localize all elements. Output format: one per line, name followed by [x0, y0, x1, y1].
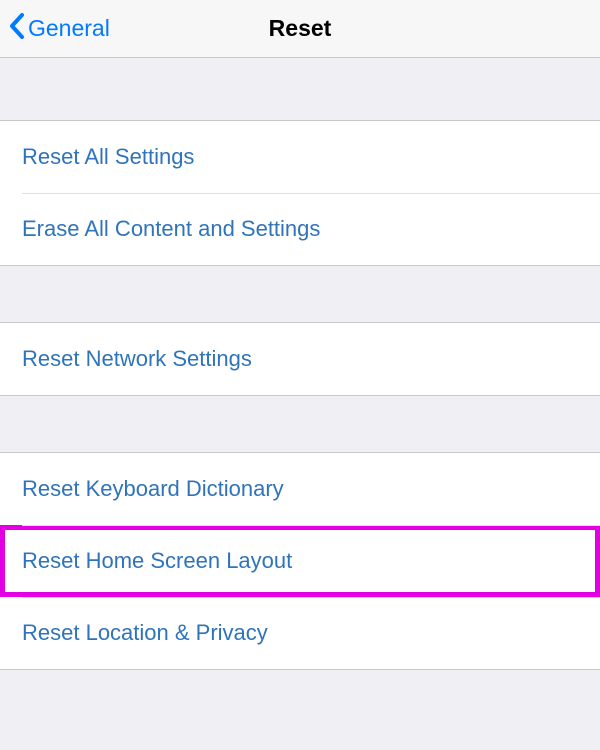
section-spacer — [0, 396, 600, 452]
section-spacer — [0, 58, 600, 120]
row-label: Reset Location & Privacy — [22, 620, 268, 646]
back-button[interactable]: General — [0, 12, 110, 46]
section-spacer — [0, 266, 600, 322]
row-label: Reset All Settings — [22, 144, 194, 170]
back-label: General — [28, 15, 110, 42]
section-2: Reset Network Settings — [0, 322, 600, 396]
reset-keyboard-dictionary-row[interactable]: Reset Keyboard Dictionary — [0, 453, 600, 525]
section-3: Reset Keyboard Dictionary Reset Home Scr… — [0, 452, 600, 670]
reset-all-settings-row[interactable]: Reset All Settings — [0, 121, 600, 193]
row-label: Reset Network Settings — [22, 346, 252, 372]
reset-home-screen-layout-row[interactable]: Reset Home Screen Layout — [0, 525, 600, 597]
reset-network-settings-row[interactable]: Reset Network Settings — [0, 323, 600, 395]
chevron-left-icon — [8, 12, 28, 46]
erase-all-content-row[interactable]: Erase All Content and Settings — [0, 193, 600, 265]
row-label: Reset Keyboard Dictionary — [22, 476, 284, 502]
section-1: Reset All Settings Erase All Content and… — [0, 120, 600, 266]
row-label: Reset Home Screen Layout — [22, 548, 292, 574]
row-label: Erase All Content and Settings — [22, 216, 320, 242]
reset-location-privacy-row[interactable]: Reset Location & Privacy — [0, 597, 600, 669]
navbar: General Reset — [0, 0, 600, 58]
section-spacer — [0, 670, 600, 750]
page-title: Reset — [269, 15, 332, 42]
